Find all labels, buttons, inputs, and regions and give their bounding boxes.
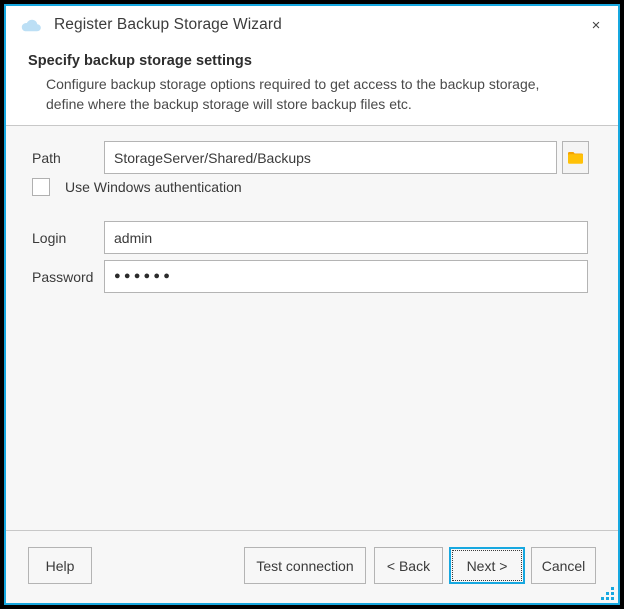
wizard-header: Specify backup storage settings Configur…	[6, 44, 618, 126]
test-connection-button[interactable]: Test connection	[244, 547, 366, 584]
path-input[interactable]: StorageServer/Shared/Backups	[104, 141, 557, 174]
login-label: Login	[32, 229, 67, 246]
password-input[interactable]: ●●●●●●	[104, 260, 588, 293]
help-button[interactable]: Help	[28, 547, 92, 584]
login-input[interactable]: admin	[104, 221, 588, 254]
page-title: Specify backup storage settings	[28, 53, 252, 69]
password-row: Password ●●●●●●	[32, 260, 594, 293]
windows-auth-row[interactable]: Use Windows authentication	[32, 178, 242, 196]
back-button[interactable]: < Back	[374, 547, 443, 584]
path-row: Path StorageServer/Shared/Backups	[32, 141, 594, 174]
login-row: Login admin	[32, 221, 594, 254]
next-button[interactable]: Next >	[449, 547, 525, 584]
window-title: Register Backup Storage Wizard	[54, 16, 282, 33]
dialog-window: Register Backup Storage Wizard × Specify…	[4, 4, 620, 605]
password-masked-value: ●●●●●●	[114, 270, 174, 282]
settings-form: Path StorageServer/Shared/Backups Use Wi…	[6, 126, 618, 530]
windows-auth-label[interactable]: Use Windows authentication	[65, 179, 242, 195]
folder-icon	[568, 151, 583, 164]
page-description-line-2: define where the backup storage will sto…	[46, 96, 412, 112]
title-bar: Register Backup Storage Wizard ×	[6, 6, 618, 44]
page-description-line-1: Configure backup storage options require…	[46, 76, 540, 92]
close-icon[interactable]: ×	[574, 6, 618, 44]
password-label: Password	[32, 268, 94, 285]
windows-auth-checkbox[interactable]	[32, 178, 50, 196]
next-button-label: Next >	[466, 557, 508, 574]
path-label: Path	[32, 149, 61, 166]
dialog-footer: Help Test connection < Back Next > Cance…	[6, 530, 618, 603]
cancel-button[interactable]: Cancel	[531, 547, 596, 584]
cloud-icon	[21, 19, 41, 32]
path-browse-button[interactable]	[562, 141, 589, 174]
resize-grip[interactable]	[601, 587, 615, 600]
